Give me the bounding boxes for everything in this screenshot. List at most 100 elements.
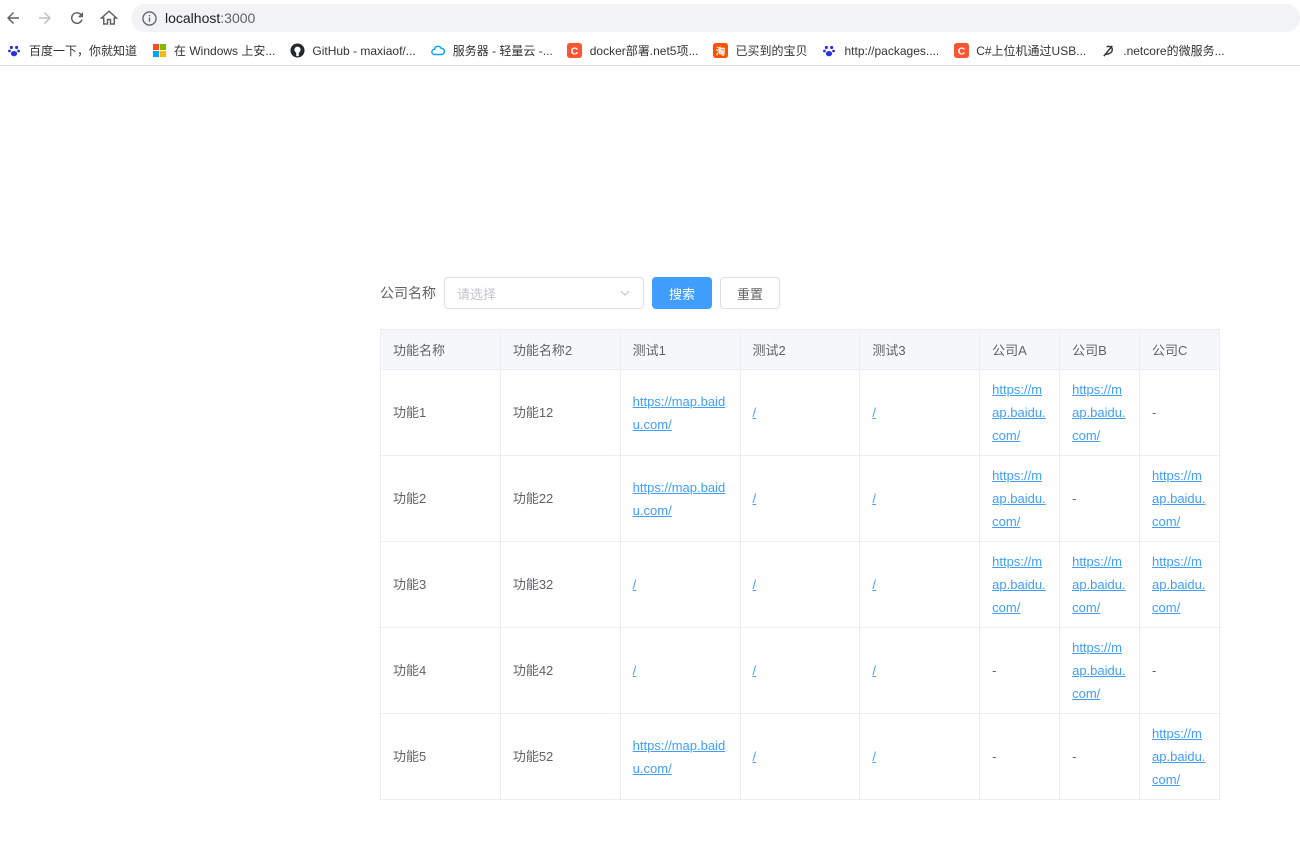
- bookmark-item[interactable]: C C#上位机通过USB...: [953, 40, 1086, 62]
- bookmark-item[interactable]: 淘已买到的宝贝: [712, 40, 807, 62]
- table-cell: 功能4: [380, 627, 501, 714]
- cell-link[interactable]: /: [872, 663, 876, 678]
- column-header: 功能名称: [380, 329, 501, 370]
- table-cell: /: [739, 713, 861, 800]
- bookmark-item[interactable]: 服务器 - 轻量云 -...: [430, 40, 553, 62]
- column-header: 公司A: [979, 329, 1061, 370]
- table-cell: 功能3: [380, 541, 501, 628]
- cell-text: 功能3: [393, 577, 427, 592]
- cell-text: 功能1: [393, 405, 427, 420]
- table-row: 功能4 功能42 / / / - https://map.baidu.com/ -: [380, 627, 1220, 714]
- cell-link[interactable]: https://map.baidu.com/: [1072, 382, 1126, 443]
- table-cell: -: [979, 627, 1061, 714]
- back-button[interactable]: [1, 6, 25, 30]
- baidu-paw-icon: [821, 43, 837, 59]
- column-header: 功能名称2: [499, 329, 621, 370]
- cell-link[interactable]: /: [872, 491, 876, 506]
- table-cell: /: [859, 713, 981, 800]
- csdn-icon: C: [953, 43, 969, 59]
- cell-text: 功能42: [512, 663, 554, 678]
- cell-link[interactable]: /: [633, 663, 637, 678]
- table-cell: -: [979, 713, 1061, 800]
- table-cell: /: [739, 369, 861, 456]
- table-cell: https://map.baidu.com/: [619, 713, 741, 800]
- url-text: localhost:3000: [165, 10, 255, 26]
- cell-link[interactable]: https://map.baidu.com/: [633, 480, 726, 518]
- column-header: 测试3: [859, 329, 981, 370]
- column-header: 公司B: [1059, 329, 1141, 370]
- cell-link[interactable]: https://map.baidu.com/: [633, 738, 726, 776]
- cell-link[interactable]: /: [872, 405, 876, 420]
- table-cell: https://map.baidu.com/: [979, 455, 1061, 542]
- cell-link[interactable]: /: [872, 577, 876, 592]
- cell-link[interactable]: /: [633, 577, 637, 592]
- cell-text: 功能5: [393, 749, 427, 764]
- bookmark-item[interactable]: 百度一下，你就知道: [6, 40, 137, 62]
- bookmark-label: 在 Windows 上安...: [174, 44, 276, 58]
- search-form: 公司名称 请选择 搜索 重置: [380, 277, 780, 309]
- table-cell: 功能32: [499, 541, 621, 628]
- bookmark-label: .netcore的微服务...: [1123, 44, 1225, 58]
- info-icon[interactable]: [141, 10, 157, 26]
- cell-link[interactable]: /: [753, 749, 757, 764]
- cell-text: -: [1072, 749, 1077, 764]
- table-row: 功能3 功能32 / / / https://map.baidu.com/https://…: [380, 541, 1220, 628]
- cell-link[interactable]: https://map.baidu.com/: [1072, 640, 1126, 701]
- table-row: 功能5 功能52 https://map.baidu.com/ / / - - https:/…: [380, 713, 1220, 800]
- cell-text: 功能2: [393, 491, 427, 506]
- cell-link[interactable]: https://map.baidu.com/: [992, 554, 1046, 615]
- table-cell: /: [859, 369, 981, 456]
- table-cell: https://map.baidu.com/: [1059, 369, 1141, 456]
- table-cell: /: [859, 627, 981, 714]
- cell-text: -: [1152, 663, 1157, 678]
- reload-button[interactable]: [65, 6, 89, 30]
- table-cell: 功能52: [499, 713, 621, 800]
- bookmark-item[interactable]: 在 Windows 上安...: [151, 40, 275, 62]
- search-button[interactable]: 搜索: [652, 277, 712, 309]
- table-cell: -: [1139, 369, 1220, 456]
- forward-button[interactable]: [33, 6, 57, 30]
- table-cell: -: [1059, 713, 1141, 800]
- url-host: localhost: [165, 10, 221, 26]
- bookmark-item[interactable]: GitHub - maxiaof/...: [289, 40, 416, 62]
- bookmark-label: GitHub - maxiaof/...: [312, 43, 416, 58]
- table-cell: https://map.baidu.com/: [1059, 627, 1141, 714]
- cell-link[interactable]: /: [872, 749, 876, 764]
- cell-link[interactable]: /: [753, 491, 757, 506]
- table-cell: 功能12: [499, 369, 621, 456]
- bookmarks-bar: 百度一下，你就知道 在 Windows 上安... GitHub - maxiaof…: [0, 36, 1300, 66]
- table-cell: -: [1059, 455, 1141, 542]
- home-icon: [100, 10, 118, 25]
- cell-text: -: [1152, 405, 1157, 420]
- cell-link[interactable]: /: [753, 663, 757, 678]
- company-select[interactable]: 请选择: [444, 277, 644, 309]
- cell-text: 功能12: [512, 405, 554, 420]
- table-cell: 功能1: [380, 369, 501, 456]
- cell-link[interactable]: https://map.baidu.com/: [1152, 554, 1206, 615]
- cell-link[interactable]: /: [753, 577, 757, 592]
- bookmark-label: 服务器 - 轻量云 -...: [452, 44, 553, 58]
- cell-link[interactable]: https://map.baidu.com/: [1152, 726, 1206, 787]
- bookmark-item[interactable]: .netcore的微服务...: [1100, 40, 1225, 62]
- address-bar[interactable]: localhost:3000: [131, 4, 1300, 32]
- cell-link[interactable]: https://map.baidu.com/: [633, 394, 726, 432]
- reset-button[interactable]: 重置: [720, 277, 780, 309]
- table-cell: /: [739, 627, 861, 714]
- cell-link[interactable]: https://map.baidu.com/: [1072, 554, 1126, 615]
- bookmark-item[interactable]: Cdocker部署.net5项...: [567, 40, 698, 62]
- chevron-down-icon: [620, 290, 630, 296]
- cell-link[interactable]: https://map.baidu.com/: [992, 382, 1046, 443]
- table-cell: https://map.baidu.com/: [1139, 455, 1220, 542]
- csdn-icon: C: [567, 43, 583, 59]
- table-cell: 功能22: [499, 455, 621, 542]
- cell-text: 功能22: [512, 491, 554, 506]
- baidu-paw-icon: [6, 43, 22, 59]
- bookmark-item[interactable]: http://packages....: [821, 40, 939, 62]
- cell-link[interactable]: https://map.baidu.com/: [992, 468, 1046, 529]
- home-button[interactable]: [97, 6, 121, 30]
- cell-link[interactable]: https://map.baidu.com/: [1152, 468, 1206, 529]
- company-name-label: 公司名称: [380, 285, 436, 301]
- arrow-left-icon: [7, 12, 19, 24]
- cell-link[interactable]: /: [753, 405, 757, 420]
- bookmark-label: 百度一下，你就知道: [29, 44, 138, 58]
